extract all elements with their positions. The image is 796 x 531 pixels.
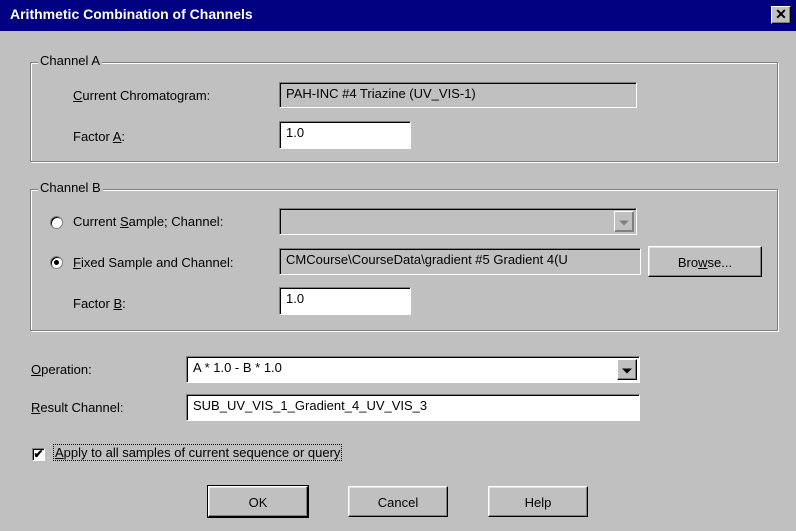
fixed-sample-radio[interactable] bbox=[50, 256, 63, 269]
checkmark-icon: ✔ bbox=[33, 447, 44, 461]
channel-b-group-title: Channel B bbox=[38, 180, 103, 195]
current-sample-label[interactable]: Current Sample; Channel: bbox=[73, 214, 223, 229]
operation-dropdown-button[interactable] bbox=[617, 359, 637, 380]
arithmetic-combination-dialog: Arithmetic Combination of Channels ✕ Cha… bbox=[0, 0, 796, 531]
factor-b-input[interactable]: 1.0 bbox=[279, 287, 411, 315]
factor-b-label: Factor B: bbox=[73, 296, 126, 311]
channel-a-group-title: Channel A bbox=[38, 53, 102, 68]
current-sample-dropdown-button[interactable] bbox=[614, 211, 634, 232]
cancel-button[interactable]: Cancel bbox=[348, 486, 448, 517]
dialog-title: Arithmetic Combination of Channels bbox=[10, 6, 253, 22]
chevron-down-icon bbox=[622, 368, 632, 373]
operation-label: Operation: bbox=[31, 362, 92, 377]
current-sample-dropdown[interactable] bbox=[279, 208, 637, 235]
current-chromatogram-field: PAH-INC #4 Triazine (UV_VIS-1) bbox=[279, 82, 637, 108]
fixed-sample-label[interactable]: Fixed Sample and Channel: bbox=[73, 255, 233, 270]
chevron-down-icon bbox=[619, 220, 629, 225]
apply-all-label[interactable]: Apply to all samples of current sequence… bbox=[52, 444, 343, 461]
fixed-sample-field: CMCourse\CourseData\gradient #5 Gradient… bbox=[279, 248, 641, 275]
current-sample-radio[interactable] bbox=[50, 216, 63, 229]
result-channel-label: Result Channel: bbox=[31, 400, 124, 415]
help-button[interactable]: Help bbox=[488, 486, 588, 517]
ok-button[interactable]: OK bbox=[207, 485, 309, 518]
result-channel-input[interactable]: SUB_UV_VIS_1_Gradient_4_UV_VIS_3 bbox=[186, 394, 640, 421]
browse-button[interactable]: Browse... bbox=[648, 246, 762, 277]
apply-all-checkbox[interactable]: ✔ bbox=[32, 448, 45, 461]
title-bar[interactable]: Arithmetic Combination of Channels ✕ bbox=[0, 0, 796, 31]
operation-dropdown[interactable]: A * 1.0 - B * 1.0 bbox=[186, 356, 640, 383]
close-icon: ✕ bbox=[775, 6, 787, 22]
close-button[interactable]: ✕ bbox=[771, 6, 791, 24]
current-chromatogram-label: Current Chromatogram: bbox=[73, 88, 211, 103]
factor-a-input[interactable]: 1.0 bbox=[279, 121, 411, 149]
factor-a-label: Factor A: bbox=[73, 129, 126, 144]
